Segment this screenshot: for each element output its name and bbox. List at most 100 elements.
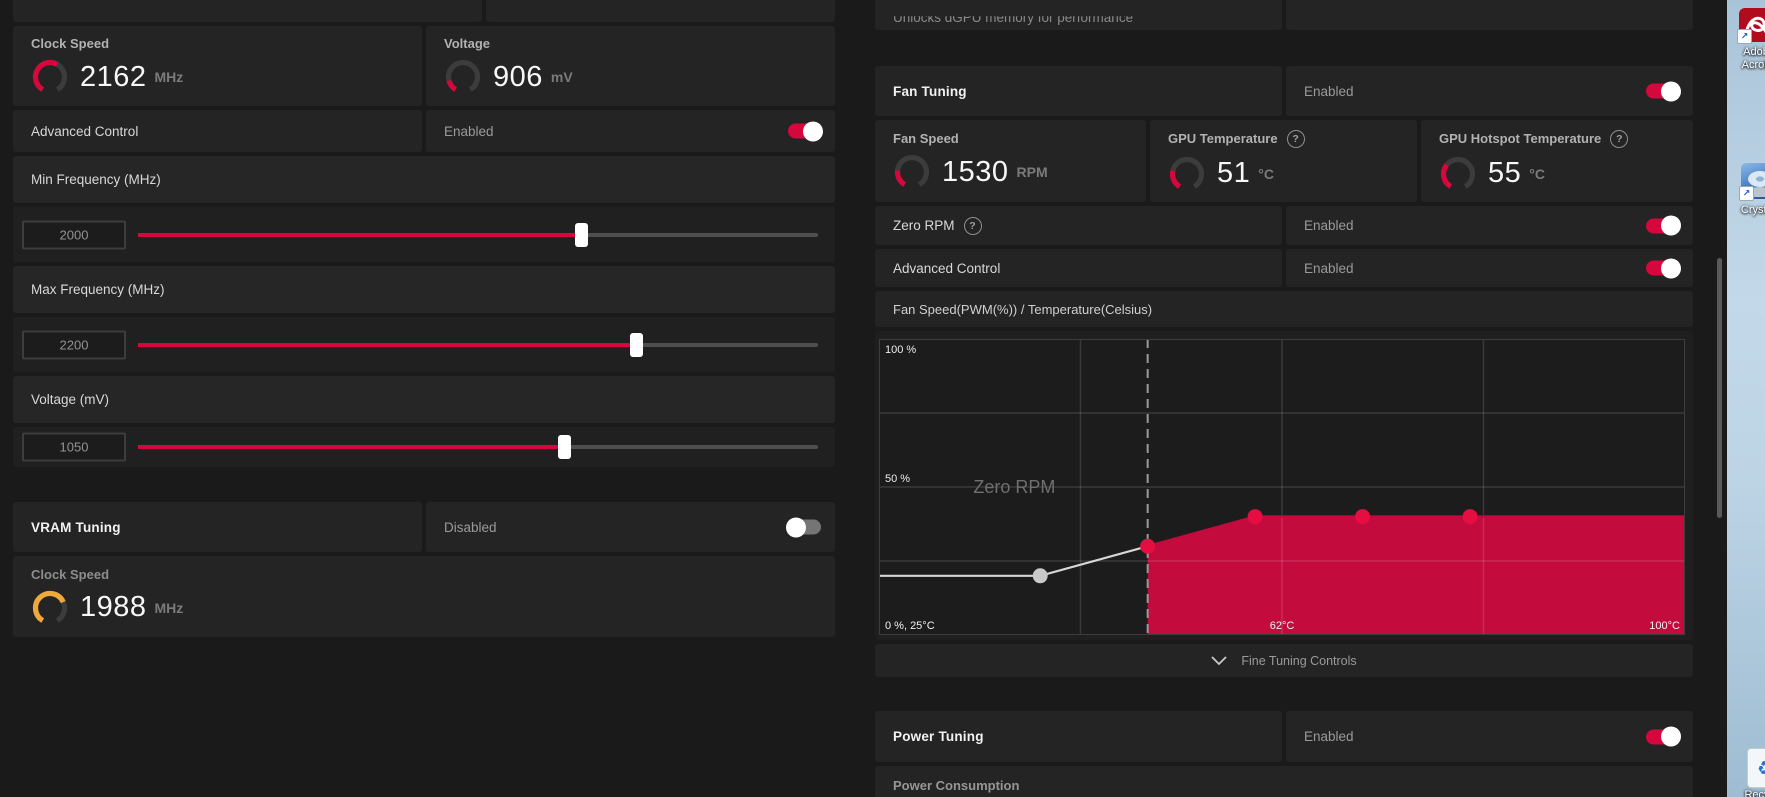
gpu-temperature-label: GPU Temperature bbox=[1168, 131, 1278, 146]
shortcut-arrow-icon: ↗ bbox=[1737, 29, 1752, 44]
vertical-scrollbar-thumb[interactable] bbox=[1717, 258, 1722, 518]
adobe-acrobat-shortcut[interactable]: ↗ Adob Acrob bbox=[1739, 8, 1765, 42]
gpu-voltage-unit: mV bbox=[551, 69, 573, 85]
fan-advanced-control-label: Advanced Control bbox=[893, 261, 1000, 276]
gpu-advanced-control-toggle[interactable] bbox=[788, 124, 821, 139]
voltage-slider-row: 1050 bbox=[13, 427, 835, 467]
max-frequency-label-row: Max Frequency (MHz) bbox=[13, 266, 835, 313]
gpu-tuning-clipped-cell-right bbox=[486, 0, 835, 22]
zero-rpm-label: Zero RPM bbox=[893, 218, 955, 233]
max-frequency-slider-row: 2200 bbox=[13, 317, 835, 372]
voltage-label-row: Voltage (mV) bbox=[13, 376, 835, 423]
gpu-advanced-control-state: Enabled bbox=[444, 124, 494, 139]
desktop-wallpaper: ↗ Adob Acrob ↗ Crystal ♻ bbox=[1727, 0, 1765, 797]
recycle-bin-icon: ♻ bbox=[1747, 748, 1765, 788]
gpu-advanced-control-label-cell: Advanced Control bbox=[13, 110, 422, 152]
adobe-label-line2: Acrob bbox=[1711, 59, 1765, 72]
fan-tuning-state-cell: Enabled bbox=[1286, 66, 1693, 116]
chevron-down-icon bbox=[1211, 656, 1227, 665]
min-frequency-value-input[interactable]: 2000 bbox=[22, 220, 126, 249]
gpu-hotspot-gauge-cell: GPU Hotspot Temperature ? 55 °C bbox=[1421, 120, 1693, 202]
x-axis-tick-label: 62°C bbox=[1270, 620, 1295, 632]
max-frequency-label: Max Frequency (MHz) bbox=[31, 282, 165, 297]
crystaldisk-label: Crystal bbox=[1713, 204, 1765, 217]
zero-rpm-toggle[interactable] bbox=[1646, 218, 1679, 233]
fan-chart-title-row: Fan Speed(PWM(%)) / Temperature(Celsius) bbox=[875, 291, 1693, 327]
voltage-slider-handle[interactable] bbox=[558, 435, 571, 459]
power-tuning-title: Power Tuning bbox=[893, 729, 984, 744]
gpu-temperature-gauge-cell: GPU Temperature ? 51 °C bbox=[1150, 120, 1417, 202]
gpu-voltage-value: 906 bbox=[493, 61, 543, 94]
max-frequency-value-input[interactable]: 2200 bbox=[22, 330, 126, 359]
fan-tuning-title-cell: Fan Tuning bbox=[875, 66, 1282, 116]
fan-curve-point-red[interactable] bbox=[1140, 539, 1155, 554]
vram-tuning-title: VRAM Tuning bbox=[31, 520, 121, 535]
vram-clock-speed-label: Clock Speed bbox=[31, 567, 835, 582]
zero-rpm-state: Enabled bbox=[1304, 218, 1354, 233]
min-frequency-slider-handle[interactable] bbox=[575, 223, 588, 247]
gpu-clock-speed-gauge-cell: Clock Speed 2162 MHz bbox=[13, 26, 422, 106]
clock-speed-gauge-icon bbox=[31, 58, 69, 96]
max-frequency-slider[interactable] bbox=[138, 343, 818, 347]
vram-tuning-toggle[interactable] bbox=[788, 520, 821, 535]
power-tuning-toggle[interactable] bbox=[1646, 729, 1679, 744]
gpu-hotspot-value: 55 bbox=[1488, 157, 1521, 190]
power-tuning-state: Enabled bbox=[1304, 729, 1354, 744]
zero-rpm-label-cell: Zero RPM ? bbox=[875, 206, 1282, 245]
fan-advanced-control-state: Enabled bbox=[1304, 261, 1354, 276]
shortcut-arrow-icon: ↗ bbox=[1739, 186, 1754, 201]
fan-advanced-control-toggle[interactable] bbox=[1646, 261, 1679, 276]
gpu-hotspot-help-icon[interactable]: ? bbox=[1610, 130, 1628, 148]
min-frequency-slider[interactable] bbox=[138, 233, 818, 237]
sam-description-clipped: Unlocks dGPU memory for performance bbox=[893, 10, 1133, 25]
fine-tuning-controls-label: Fine Tuning Controls bbox=[1241, 654, 1356, 668]
fan-advanced-control-label-cell: Advanced Control bbox=[875, 249, 1282, 287]
gpu-voltage-gauge-cell: Voltage 906 mV bbox=[426, 26, 835, 106]
fan-speed-gauge-cell: Fan Speed 1530 RPM bbox=[875, 120, 1146, 202]
fan-advanced-control-state-cell: Enabled bbox=[1286, 249, 1693, 287]
x-axis-tick-label: 100°C bbox=[1649, 620, 1680, 632]
fan-curve-chart[interactable]: 100 %50 %0 %, 25°C62°C100°CZero RPM bbox=[879, 339, 1685, 635]
gpu-clock-speed-label: Clock Speed bbox=[31, 36, 422, 51]
crystaldisk-icon: ↗ bbox=[1741, 163, 1765, 199]
fan-tuning-title: Fan Tuning bbox=[893, 84, 967, 99]
fan-curve-point-gray[interactable] bbox=[1033, 568, 1048, 583]
fan-curve-point-red[interactable] bbox=[1355, 509, 1370, 524]
vram-tuning-state-cell: Disabled bbox=[426, 502, 835, 552]
fan-speed-label: Fan Speed bbox=[893, 131, 1146, 146]
vram-clock-gauge-icon bbox=[31, 589, 69, 627]
voltage-gauge-icon bbox=[444, 58, 482, 96]
voltage-slider[interactable] bbox=[138, 445, 818, 449]
min-frequency-label-row: Min Frequency (MHz) bbox=[13, 156, 835, 203]
fan-curve-point-red[interactable] bbox=[1463, 509, 1478, 524]
zero-rpm-state-cell: Enabled bbox=[1286, 206, 1693, 245]
fan-tuning-toggle[interactable] bbox=[1646, 84, 1679, 99]
gpu-temperature-help-icon[interactable]: ? bbox=[1287, 130, 1305, 148]
recycle-bin-shortcut[interactable]: ♻ Recycle bbox=[1747, 748, 1765, 788]
fan-curve-point-red[interactable] bbox=[1248, 509, 1263, 524]
gpu-voltage-label: Voltage bbox=[444, 36, 835, 51]
gpu-hotspot-gauge-icon bbox=[1439, 155, 1477, 193]
crystaldisk-shortcut[interactable]: ↗ Crystal bbox=[1741, 163, 1765, 199]
fan-speed-unit: RPM bbox=[1017, 164, 1048, 180]
vram-tuning-title-cell: VRAM Tuning bbox=[13, 502, 422, 552]
max-frequency-slider-handle[interactable] bbox=[630, 333, 643, 357]
y-axis-tick-label: 100 % bbox=[885, 344, 916, 356]
gpu-temperature-unit: °C bbox=[1258, 166, 1274, 182]
gpu-hotspot-label: GPU Hotspot Temperature bbox=[1439, 131, 1601, 146]
fan-curve-fill-area bbox=[1148, 517, 1685, 635]
vram-clock-speed-unit: MHz bbox=[155, 600, 184, 616]
gpu-tuning-clipped-cell-left bbox=[13, 0, 482, 22]
fine-tuning-controls-expander[interactable]: Fine Tuning Controls bbox=[875, 644, 1693, 677]
power-tuning-title-cell: Power Tuning bbox=[875, 711, 1282, 762]
voltage-value-input[interactable]: 1050 bbox=[22, 433, 126, 462]
sam-clipped-cell-right bbox=[1286, 0, 1693, 30]
gpu-clock-speed-value: 2162 bbox=[80, 61, 147, 94]
min-frequency-slider-row: 2000 bbox=[13, 207, 835, 262]
zero-rpm-help-icon[interactable]: ? bbox=[964, 217, 982, 235]
y-axis-tick-label: 50 % bbox=[885, 473, 910, 485]
gpu-advanced-control-label: Advanced Control bbox=[31, 124, 138, 139]
gpu-clock-speed-unit: MHz bbox=[155, 69, 184, 85]
gpu-hotspot-unit: °C bbox=[1529, 166, 1545, 182]
fan-curve-chart-cell: 100 %50 %0 %, 25°C62°C100°CZero RPM bbox=[875, 331, 1693, 640]
